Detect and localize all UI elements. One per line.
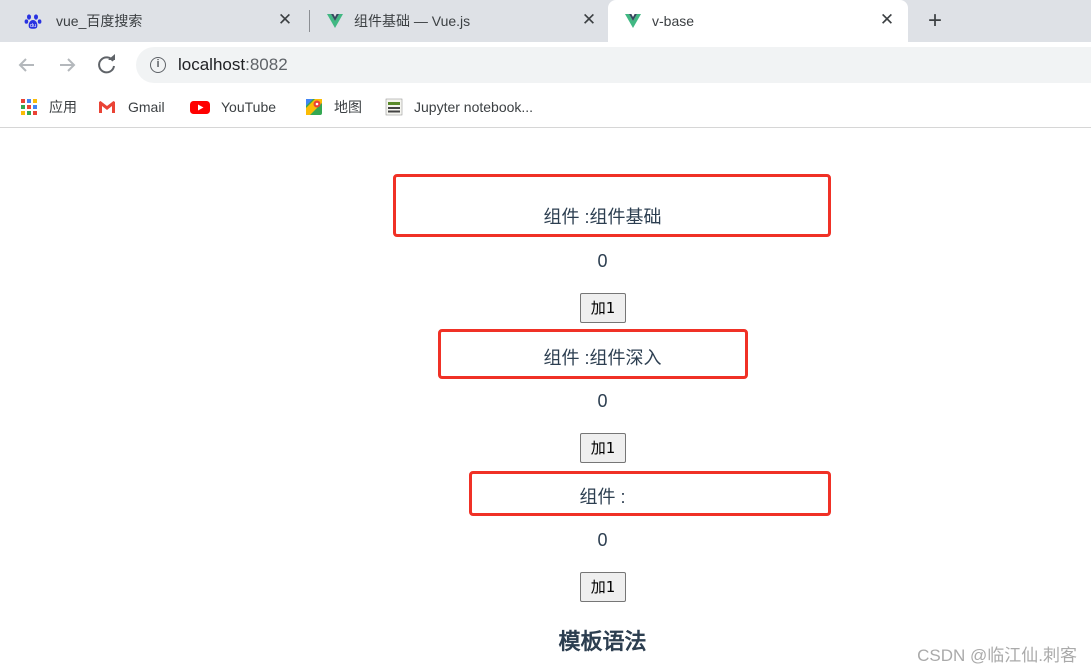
url-host: localhost [178,55,246,74]
bookmark-label: 应用 [49,99,77,115]
vue-logo-icon [327,14,343,28]
close-icon[interactable]: ✕ [878,11,896,29]
tab-v-base[interactable]: v-base ✕ [608,0,908,42]
counter-value: 0 [597,251,608,271]
bookmark-youtube[interactable]: YouTube [190,96,276,118]
bookmark-apps[interactable]: 应用 [20,96,77,118]
jupyter-icon [385,98,403,116]
csdn-watermark: CSDN @临江仙.刺客 [917,646,1077,665]
bookmark-label: Gmail [128,99,165,115]
gmail-icon [99,101,115,113]
browser-toolbar: i localhost:8082 [0,42,1091,88]
component-title: 组件 : [579,487,626,507]
bookmark-label: YouTube [221,99,277,115]
vue-logo-icon [625,14,641,28]
tab-strip: du vue_百度搜索 ✕ 组件基础 — Vue.js ✕ v-base ✕ + [0,0,1091,42]
apps-grid-icon [21,99,37,115]
tab-vue-docs[interactable]: 组件基础 — Vue.js ✕ [310,0,608,42]
url-port: :8082 [245,55,288,74]
counter-value: 0 [597,391,608,411]
forward-button[interactable] [54,52,80,78]
maps-icon [306,99,322,115]
component-title: 组件 :组件深入 [543,348,662,368]
new-tab-button[interactable]: + [922,9,948,35]
bookmark-label: Jupyter notebook... [414,99,534,115]
address-bar[interactable]: i localhost:8082 [136,47,1091,83]
close-icon[interactable]: ✕ [276,11,294,29]
add-one-button[interactable]: 加1 [580,293,626,323]
bookmark-maps[interactable]: 地图 [305,96,362,118]
bookmark-jupyter[interactable]: Jupyter notebook... [385,96,533,118]
tab-title: 组件基础 — Vue.js [354,13,471,29]
component-title: 组件 :组件基础 [543,207,662,227]
tab-title: vue_百度搜索 [56,13,143,29]
bookmark-label: 地图 [334,99,362,115]
back-button[interactable] [14,52,40,78]
baidu-paw-icon: du [24,14,42,29]
close-icon[interactable]: ✕ [580,11,598,29]
browser-window: du vue_百度搜索 ✕ 组件基础 — Vue.js ✕ v-base ✕ + [0,0,1091,672]
add-one-button[interactable]: 加1 [580,433,626,463]
bookmark-gmail[interactable]: Gmail [98,96,165,118]
add-one-button[interactable]: 加1 [580,572,626,602]
reload-button[interactable] [94,52,120,78]
url-text: localhost:8082 [178,55,288,75]
svg-text:du: du [30,23,36,29]
tab-title: v-base [652,13,695,29]
info-icon[interactable]: i [150,57,166,73]
arrow-right-icon [60,58,76,72]
tab-baidu[interactable]: du vue_百度搜索 ✕ [0,0,306,42]
arrow-left-icon [18,58,34,72]
page-content: 组件 :组件基础 0 加1 组件 :组件深入 0 加1 组件 : 0 加1 模板… [0,129,1091,672]
youtube-icon [190,101,210,114]
bookmarks-bar: 应用 Gmail YouTube 地图 Jupyter notebook... [0,88,1091,128]
counter-value: 0 [597,530,608,550]
reload-icon [98,54,115,74]
